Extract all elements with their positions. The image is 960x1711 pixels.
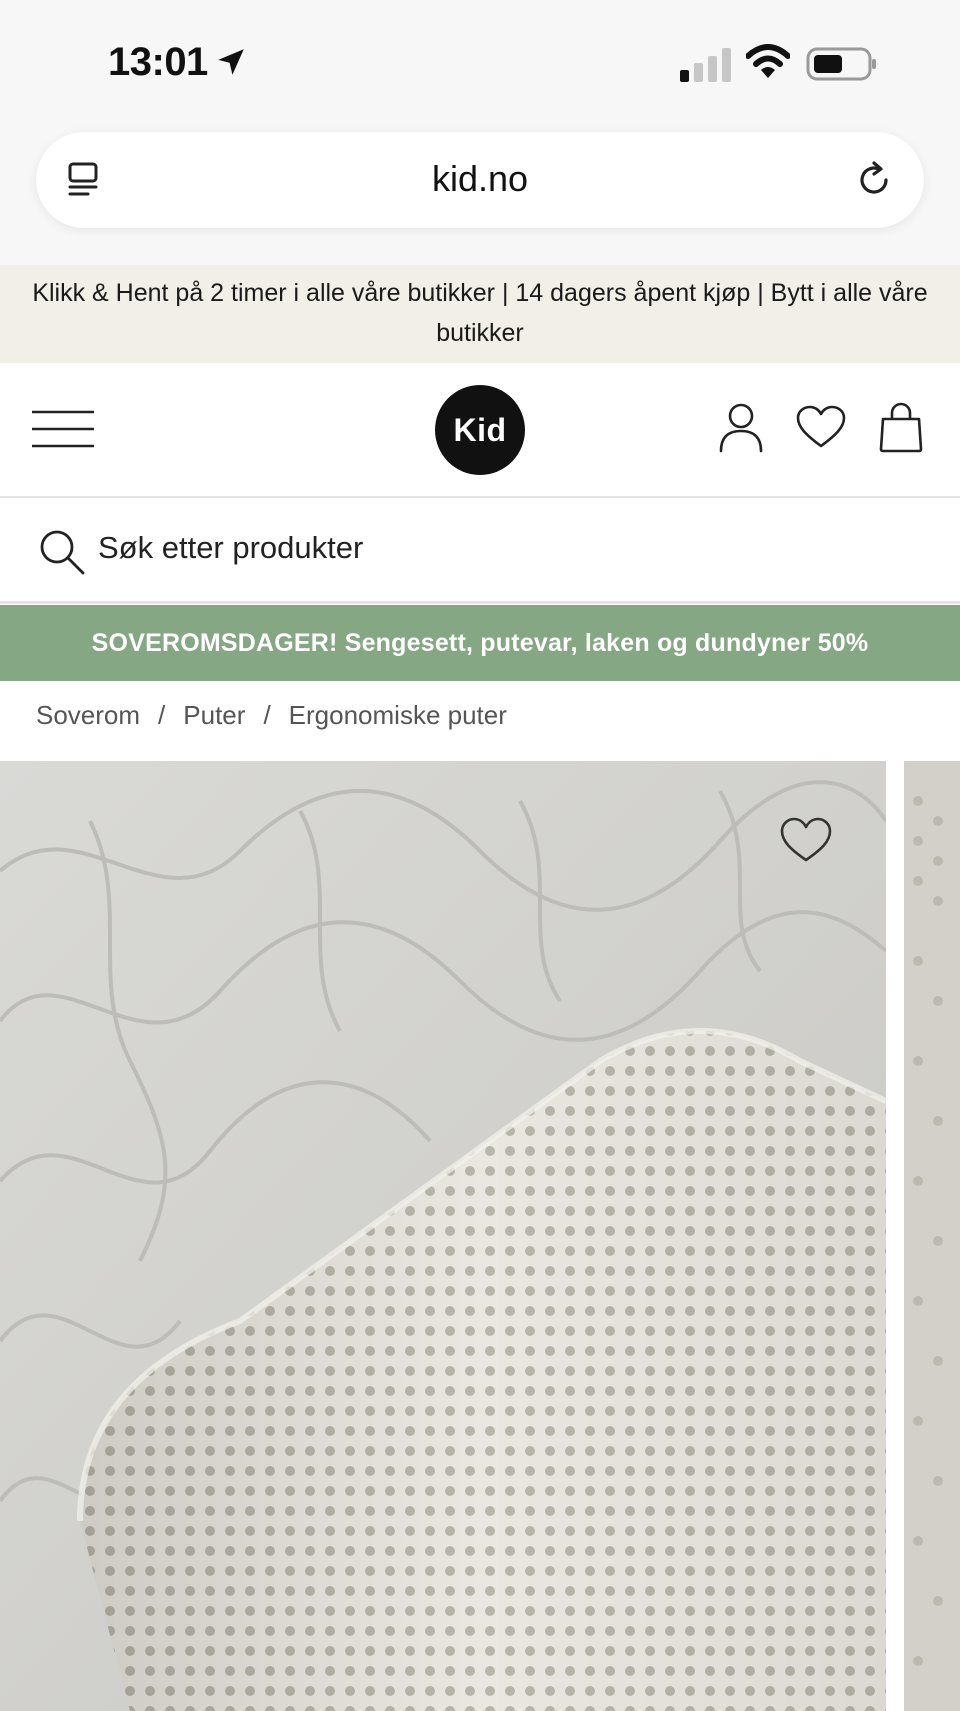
product-gallery[interactable] — [0, 761, 960, 1711]
address-bar[interactable]: kid.no — [36, 132, 924, 228]
location-arrow-icon — [218, 49, 244, 75]
kid-logo[interactable]: Kid — [435, 385, 525, 475]
breadcrumb-item-soverom[interactable]: Soverom — [36, 700, 140, 730]
hamburger-menu-icon[interactable] — [32, 409, 94, 449]
account-icon[interactable] — [718, 403, 764, 453]
cellular-signal-icon — [680, 48, 731, 82]
shopping-bag-icon[interactable] — [878, 401, 924, 453]
promo-banner[interactable]: SOVEROMSDAGER! Sengesett, putevar, laken… — [0, 605, 960, 681]
url-text[interactable]: kid.no — [36, 158, 924, 200]
search-icon[interactable] — [38, 528, 86, 576]
breadcrumb-item-puter[interactable]: Puter — [183, 700, 245, 730]
search-input[interactable] — [98, 520, 918, 576]
reload-icon[interactable] — [854, 160, 894, 200]
wifi-icon — [746, 44, 790, 78]
product-image-ergonomic-pillow[interactable] — [0, 761, 886, 1711]
breadcrumb-item-ergonomiske-puter[interactable]: Ergonomiske puter — [289, 700, 507, 730]
browser-chrome: kid.no — [0, 120, 960, 265]
announcement-bar: Klikk & Hent på 2 timer i alle våre buti… — [0, 265, 960, 363]
status-time: 13:01 — [108, 40, 208, 84]
wishlist-heart-icon[interactable] — [796, 405, 846, 449]
site-header: Kid — [0, 363, 960, 498]
breadcrumb-separator: / — [158, 700, 166, 730]
breadcrumb-separator: / — [263, 700, 271, 730]
breadcrumb: Soverom / Puter / Ergonomiske puter — [36, 700, 507, 731]
favorite-heart-icon[interactable] — [780, 817, 832, 863]
status-bar: 13:01 — [0, 0, 960, 120]
search-bar — [0, 498, 960, 604]
product-image-next[interactable] — [904, 761, 960, 1711]
battery-icon — [806, 47, 876, 81]
